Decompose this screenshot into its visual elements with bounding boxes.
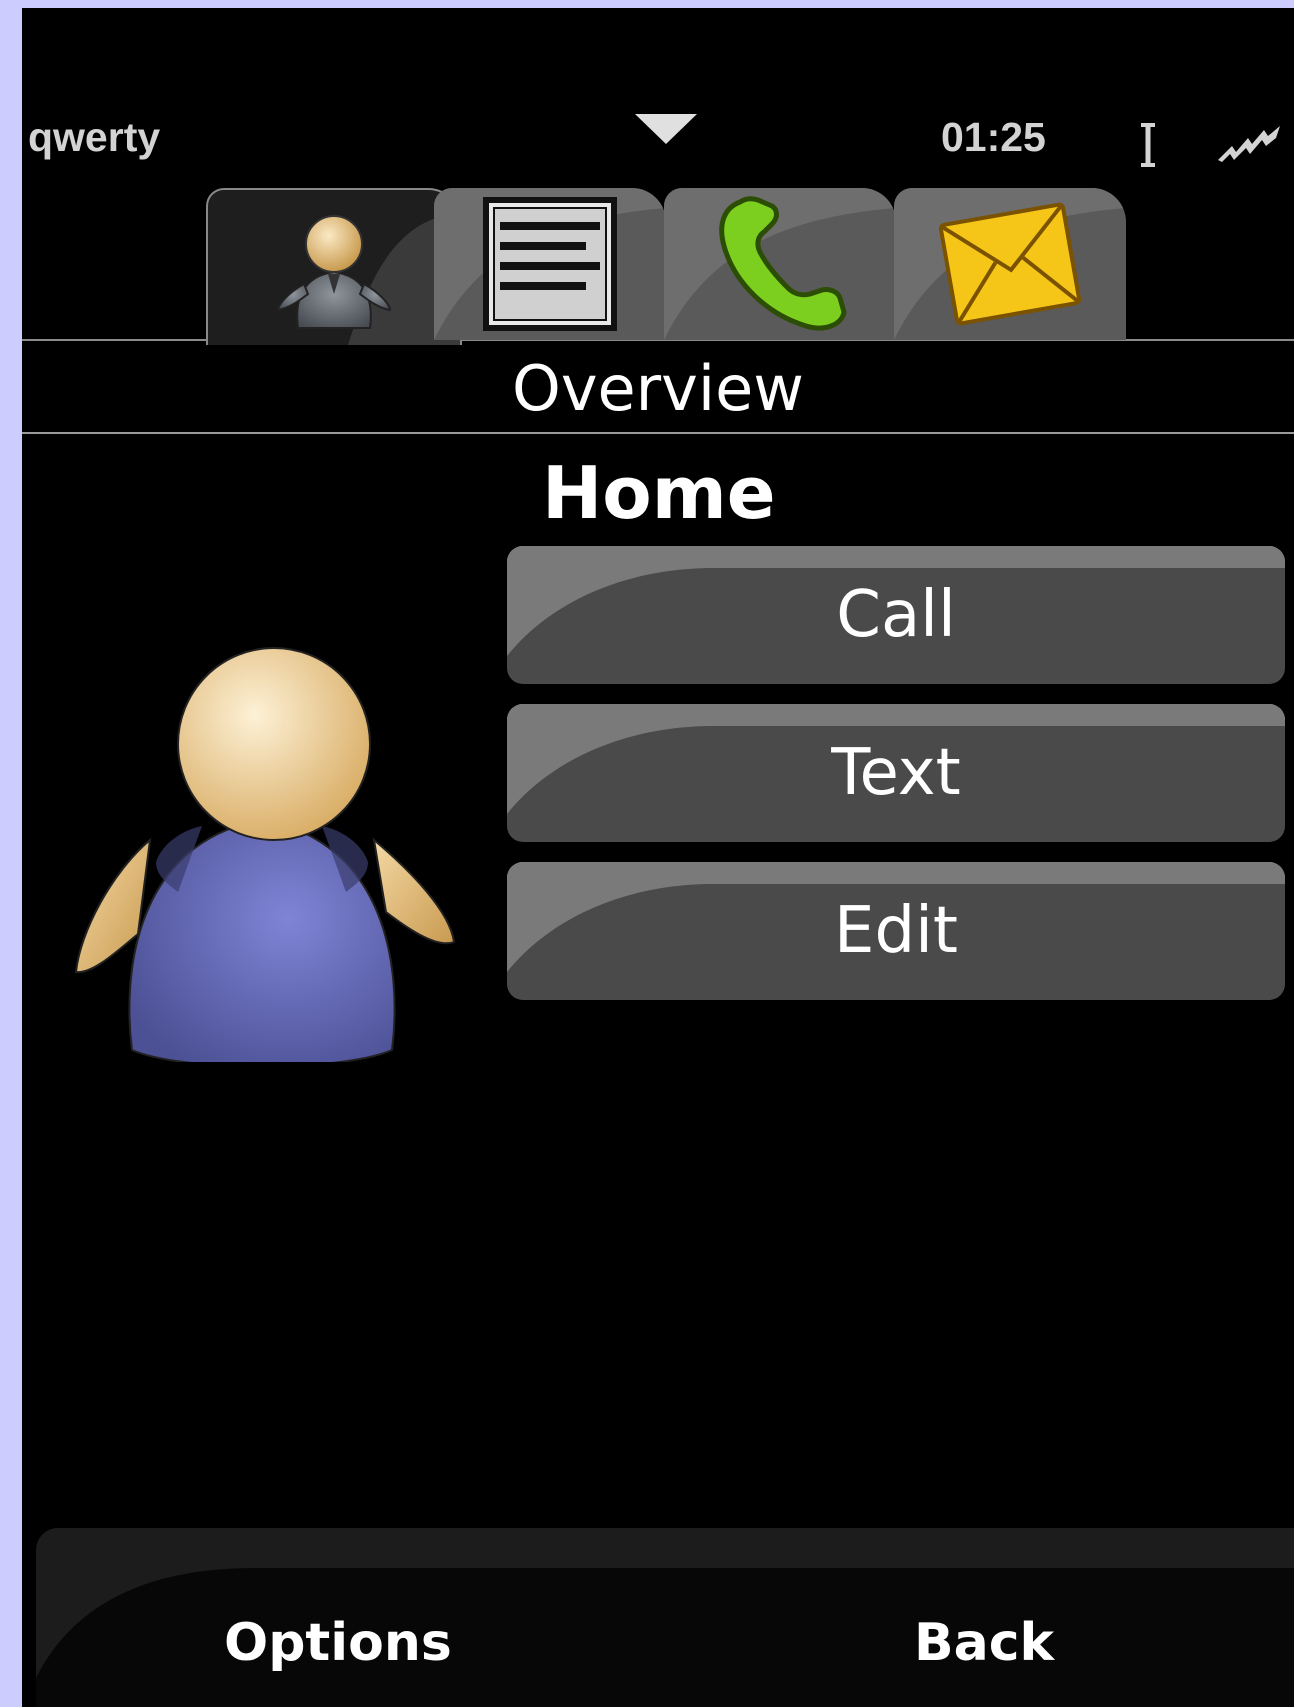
edit-button[interactable]: Edit xyxy=(507,862,1285,1000)
document-lines-icon xyxy=(483,197,617,331)
tab-messages[interactable] xyxy=(894,188,1126,340)
envelope-icon xyxy=(938,202,1082,326)
input-mode-label: qwerty xyxy=(28,114,161,160)
back-softkey[interactable]: Back xyxy=(914,1608,1054,1678)
text-button[interactable]: Text xyxy=(507,704,1285,842)
phone-handset-icon xyxy=(719,196,847,331)
tab-contact[interactable] xyxy=(206,188,462,345)
text-button-label: Text xyxy=(831,736,961,810)
person-avatar-icon xyxy=(74,647,456,1062)
contact-number-label: Home xyxy=(542,451,776,535)
signal-strength-icon xyxy=(1218,126,1280,162)
options-softkey[interactable]: Options xyxy=(224,1608,452,1678)
clock: 01:25 xyxy=(941,114,1046,160)
triangle-down-icon[interactable] xyxy=(635,114,697,144)
phone-screen: qwerty 01:25 Overview Home Call Text Edi… xyxy=(22,8,1294,1707)
view-title: Overview xyxy=(22,346,1294,434)
status-bar: qwerty 01:25 xyxy=(22,8,1294,183)
edit-button-label: Edit xyxy=(834,894,958,968)
text-cursor-icon xyxy=(1141,123,1155,167)
call-button-label: Call xyxy=(836,578,956,652)
tab-bar xyxy=(22,178,1294,345)
contact-person-icon xyxy=(276,214,392,329)
tab-calls[interactable] xyxy=(664,188,896,340)
tab-notes[interactable] xyxy=(434,188,666,340)
call-button[interactable]: Call xyxy=(507,546,1285,684)
